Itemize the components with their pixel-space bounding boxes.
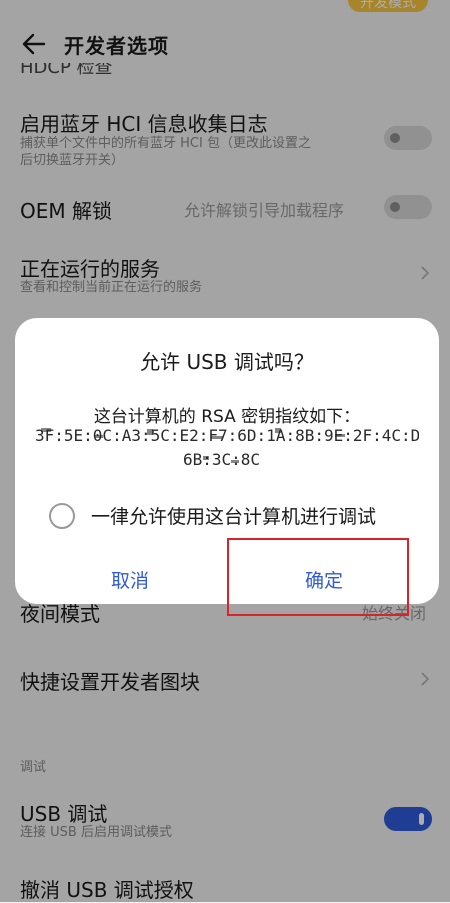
dialog-title: 允许 USB 调试吗？ [140,350,314,374]
developer-options-page: · ·· · · 开发模式 开发者选项 HDCP 检查 启用蓝牙 HCI 信息收… [0,0,450,902]
rsa-fingerprint: 3F:5E:0C:A3:5C:E2:F7:6D:1A:8B:9E:2F:4C:D… [35,426,419,472]
dialog-message: 这台计算机的 RSA 密钥指纹如下： [93,407,361,427]
fingerprint-line-1: 3F:5E:0C:A3:5C:E2:F7:6D:1A:8B:9E:2F:4C:D… [35,426,419,445]
always-allow-checkbox[interactable] [49,503,75,529]
fingerprint-line-2: 6B:3C:8C [183,450,261,469]
confirm-highlight-box [227,538,409,616]
cancel-button[interactable]: 取消 [111,566,149,593]
always-allow-label[interactable]: 一律允许使用这台计算机进行调试 [91,502,376,529]
